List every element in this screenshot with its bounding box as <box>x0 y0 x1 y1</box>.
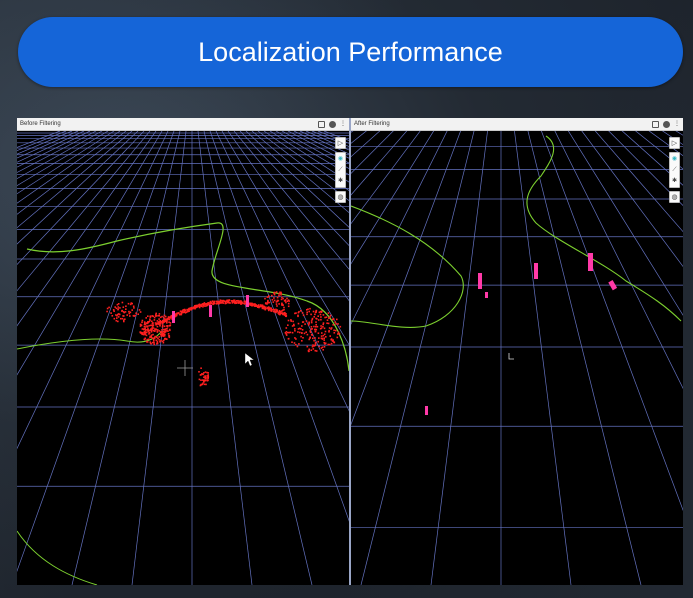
gear-icon[interactable] <box>329 120 336 128</box>
focus-marker <box>508 353 514 360</box>
viewer-after-filtering[interactable]: After Filtering ⋮ ▷ ◉ ⟋ ✱ ◍ <box>351 118 683 585</box>
mouse-pointer <box>244 352 255 367</box>
layers-icon[interactable]: ◉ <box>672 155 677 163</box>
settings-icon[interactable]: ✱ <box>672 177 677 185</box>
boundary-line <box>526 135 682 322</box>
ground-grid <box>17 131 349 585</box>
viewer-before-filtering[interactable]: Before Filtering ⋮ ▷ ◉ ⟋ ✱ ◍ <box>17 118 349 585</box>
boundary-line <box>17 530 98 585</box>
raw-point-cloud <box>106 291 342 387</box>
object-marker <box>534 263 538 279</box>
point-cloud-scene[interactable] <box>17 131 349 585</box>
object-marker <box>425 406 428 415</box>
object-marker <box>478 273 482 289</box>
ground-grid <box>351 131 683 585</box>
object-marker <box>209 305 212 317</box>
settings-icon[interactable]: ✱ <box>338 177 343 185</box>
object-marker <box>588 253 593 271</box>
viewer-toolbar: ▷ ◉ ⟋ ✱ ◍ <box>335 137 346 203</box>
ruler-icon[interactable]: ⟋ <box>672 166 676 174</box>
layers-icon[interactable]: ◉ <box>338 155 343 163</box>
viewer-titlebar: After Filtering ⋮ <box>351 118 683 131</box>
viewer-titlebar: Before Filtering ⋮ <box>17 118 349 131</box>
cursor-crosshair <box>177 360 193 376</box>
viewer-title: Before Filtering <box>20 121 61 127</box>
gear-icon[interactable] <box>663 120 670 128</box>
more-icon[interactable]: ⋮ <box>340 121 346 127</box>
object-marker <box>172 311 175 323</box>
tool-group: ◉ ⟋ ✱ <box>669 152 680 188</box>
play-icon[interactable]: ▷ <box>669 137 680 149</box>
eye-icon[interactable]: ◍ <box>669 191 680 203</box>
object-marker <box>485 292 488 298</box>
maximize-icon[interactable] <box>318 120 325 128</box>
maximize-icon[interactable] <box>652 120 659 128</box>
tool-group: ◉ ⟋ ✱ <box>335 152 346 188</box>
boundary-line <box>351 205 464 328</box>
play-icon[interactable]: ▷ <box>335 137 346 149</box>
eye-icon[interactable]: ◍ <box>335 191 346 203</box>
object-marker <box>246 295 249 307</box>
more-icon[interactable]: ⋮ <box>674 121 680 127</box>
point-cloud-scene[interactable] <box>351 131 683 585</box>
viewer-title: After Filtering <box>354 121 390 127</box>
viewer-toolbar: ▷ ◉ ⟋ ✱ ◍ <box>669 137 680 203</box>
page-title: Localization Performance <box>18 17 683 87</box>
ruler-icon[interactable]: ⟋ <box>338 166 342 174</box>
page-title-text: Localization Performance <box>198 36 503 67</box>
